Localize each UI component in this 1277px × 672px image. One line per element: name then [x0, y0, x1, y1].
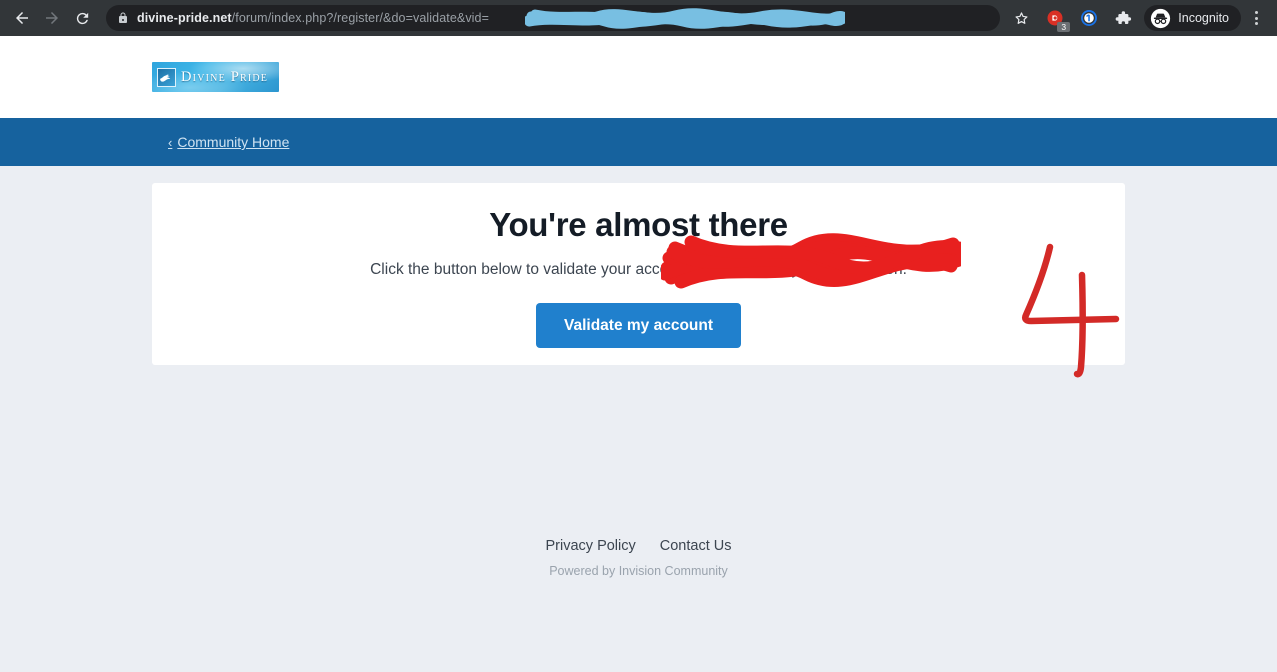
validate-account-button[interactable]: Validate my account	[535, 302, 742, 349]
url-redaction-scribble	[525, 8, 845, 29]
forward-button[interactable]	[38, 4, 66, 32]
card-container: You're almost there Click the button bel…	[0, 166, 1277, 365]
toolbar-actions: 3 Incognito	[1004, 4, 1269, 32]
site-footer: Privacy Policy Contact Us Powered by Inv…	[0, 538, 1277, 578]
chrome-menu-button[interactable]	[1243, 4, 1269, 32]
contact-us-link[interactable]: Contact Us	[660, 538, 732, 554]
page-content: Divine Pride ‹ Community Home You're alm…	[0, 36, 1277, 672]
validation-card: You're almost there Click the button bel…	[152, 183, 1125, 365]
footer-credit: Powered by Invision Community	[549, 564, 728, 578]
incognito-label: Incognito	[1178, 11, 1229, 25]
menu-dot	[1254, 11, 1258, 14]
extensions-button[interactable]	[1109, 4, 1137, 32]
url-host: divine-pride.net	[137, 11, 232, 25]
site-logo-text: Divine Pride	[181, 68, 269, 85]
eagle-icon	[157, 67, 176, 87]
reload-button[interactable]	[68, 4, 96, 32]
password-manager-extension-button[interactable]	[1075, 4, 1103, 32]
extension-badge-count: 3	[1057, 22, 1071, 32]
chevron-left-icon: ‹	[168, 134, 173, 150]
incognito-profile-button[interactable]: Incognito	[1144, 5, 1241, 31]
site-logo[interactable]: Divine Pride	[152, 62, 279, 92]
browser-toolbar: divine-pride.net/forum/index.php?/regist…	[0, 0, 1277, 36]
community-home-label: Community Home	[177, 134, 290, 150]
url-text: divine-pride.net/forum/index.php?/regist…	[137, 5, 489, 31]
bookmark-star-button[interactable]	[1007, 4, 1035, 32]
back-arrow-icon	[16, 12, 28, 24]
community-home-link[interactable]: ‹ Community Home	[168, 134, 289, 150]
page-subtitle: Click the button below to validate your …	[370, 261, 907, 279]
reload-icon	[76, 12, 88, 24]
community-navbar: ‹ Community Home	[0, 118, 1277, 166]
page-title: You're almost there	[489, 206, 788, 243]
privacy-policy-link[interactable]: Privacy Policy	[546, 538, 636, 554]
adblock-extension-button[interactable]: 3	[1041, 4, 1071, 32]
lock-icon	[117, 12, 129, 24]
menu-dot	[1254, 16, 1258, 20]
forward-arrow-icon	[46, 12, 58, 24]
puzzle-piece-icon	[1115, 11, 1132, 24]
footer-links: Privacy Policy Contact Us	[0, 538, 1277, 554]
incognito-icon	[1151, 8, 1171, 28]
back-button[interactable]	[8, 4, 36, 32]
site-header: Divine Pride	[0, 36, 1277, 118]
menu-dot	[1254, 22, 1258, 25]
onepassword-icon	[1081, 10, 1098, 26]
star-icon	[1015, 11, 1028, 24]
url-path: /forum/index.php?/register/&do=validate&…	[231, 11, 490, 25]
address-bar[interactable]: divine-pride.net/forum/index.php?/regist…	[106, 5, 1001, 31]
